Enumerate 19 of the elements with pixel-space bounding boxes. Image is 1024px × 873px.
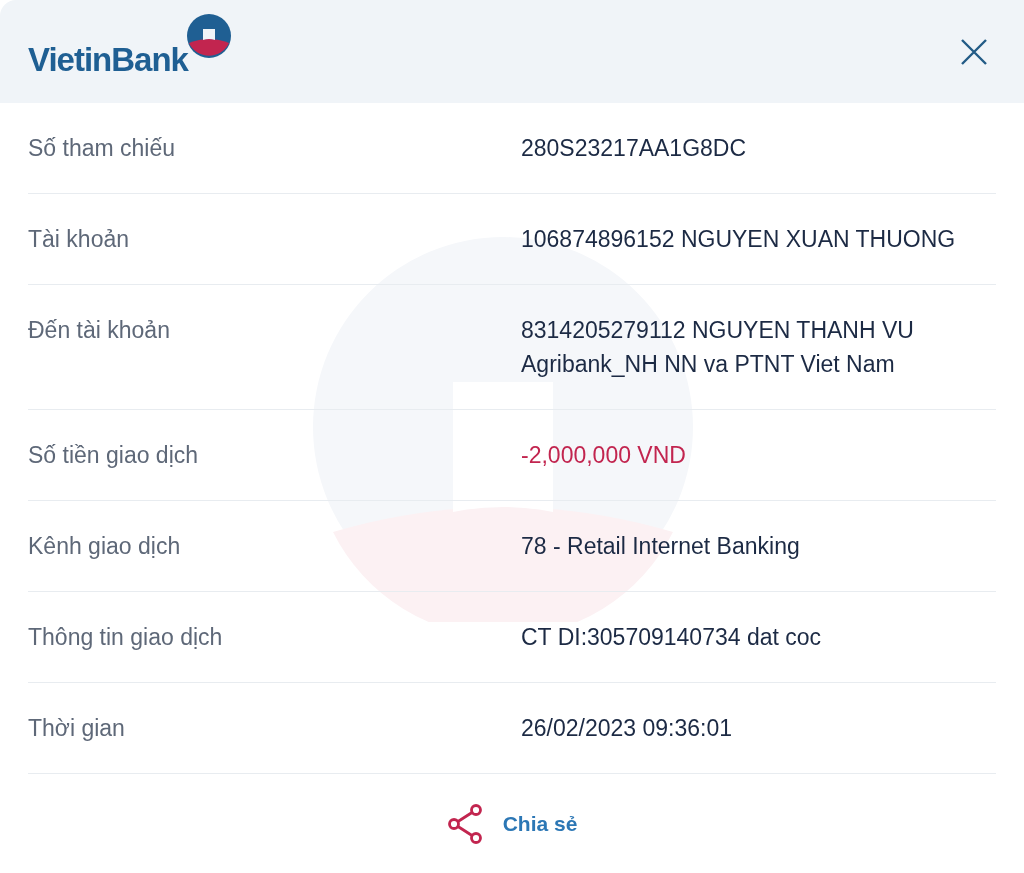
detail-value: 8314205279112 NGUYEN THANH VU bbox=[521, 316, 914, 345]
logo-text: VietinBank bbox=[28, 43, 188, 76]
share-button[interactable]: Chia sẻ bbox=[446, 804, 578, 844]
detail-label: Tài khoản bbox=[28, 225, 130, 254]
detail-label: Thông tin giao dịch bbox=[28, 623, 224, 652]
detail-label: Số tiền giao dịch bbox=[28, 441, 200, 470]
detail-label: Kênh giao dịch bbox=[28, 532, 182, 561]
detail-value: -2,000,000 VND bbox=[521, 441, 686, 470]
detail-value: 78 - Retail Internet Banking bbox=[521, 532, 800, 561]
detail-value: 280S23217AA1G8DC bbox=[521, 134, 747, 163]
close-icon bbox=[961, 38, 987, 65]
share-icon bbox=[446, 804, 483, 844]
detail-label: Đến tài khoản bbox=[28, 316, 171, 345]
detail-label: Số tham chiếu bbox=[28, 134, 177, 163]
detail-label: Thời gian bbox=[28, 714, 126, 743]
detail-value: CT DI:305709140734 dat coc bbox=[521, 623, 822, 652]
detail-value: Agribank_NH NN va PTNT Viet Nam bbox=[521, 350, 896, 379]
detail-value: 26/02/2023 09:36:01 bbox=[521, 714, 733, 743]
detail-value: 106874896152 NGUYEN XUAN THUONG bbox=[521, 225, 956, 254]
